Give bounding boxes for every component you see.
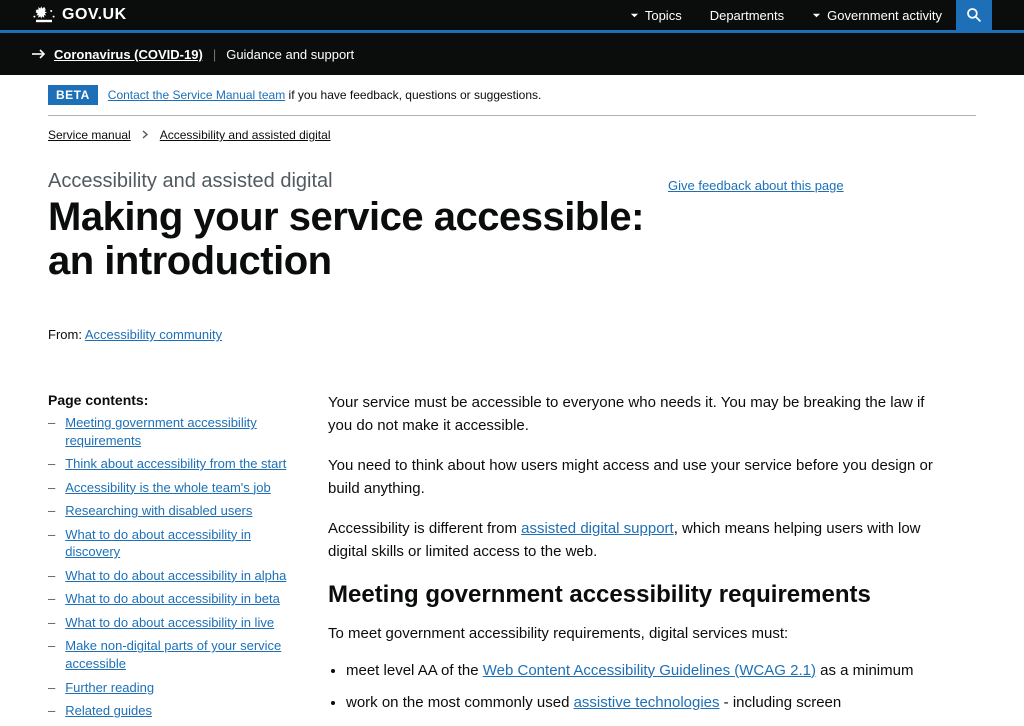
chevron-down-icon (630, 11, 639, 20)
beta-contact-link[interactable]: Contact the Service Manual team (108, 88, 285, 102)
toc-item: Think about accessibility from the start (48, 455, 298, 473)
toc-heading: Page contents: (48, 392, 298, 408)
toc-item: Make non-digital parts of your service a… (48, 637, 298, 672)
covid-link[interactable]: Coronavirus (COVID-19) (54, 47, 203, 62)
assisted-digital-link[interactable]: assisted digital support (521, 520, 674, 537)
chevron-down-icon (812, 11, 821, 20)
crown-icon (32, 5, 56, 25)
requirement-item: work on the most commonly used assistive… (346, 692, 948, 715)
feedback-link[interactable]: Give feedback about this page (668, 178, 844, 193)
toc-item: Researching with disabled users (48, 502, 298, 520)
wcag-link[interactable]: Web Content Accessibility Guidelines (WC… (483, 662, 816, 679)
toc-item: Related guides (48, 702, 298, 720)
toc-item: Further reading (48, 679, 298, 697)
beta-banner: BETA Contact the Service Manual team if … (48, 75, 976, 116)
toc-item: Meeting government accessibility require… (48, 414, 298, 449)
toc-item: What to do about accessibility in beta (48, 590, 298, 608)
arrow-right-icon (32, 49, 46, 59)
section-heading: Meeting government accessibility require… (328, 581, 948, 609)
from-link[interactable]: Accessibility community (85, 327, 222, 342)
nav-government-activity[interactable]: Government activity (798, 0, 956, 30)
breadcrumb: Service manual Accessibility and assiste… (48, 116, 976, 148)
breadcrumb-root[interactable]: Service manual (48, 128, 131, 142)
chevron-right-icon (142, 128, 149, 142)
section-lead: To meet government accessibility require… (328, 623, 948, 646)
intro-paragraph: Your service must be accessible to every… (328, 392, 948, 437)
beta-tag: BETA (48, 85, 98, 105)
toc-item: What to do about accessibility in live (48, 614, 298, 632)
super-title: Accessibility and assisted digital (48, 170, 668, 193)
from-line: From: Accessibility community (48, 327, 976, 342)
requirement-item: meet level AA of the Web Content Accessi… (346, 660, 948, 683)
search-icon (966, 7, 982, 23)
toc-item: What to do about accessibility in discov… (48, 526, 298, 561)
toc-item: Accessibility is the whole team's job (48, 479, 298, 497)
breadcrumb-section[interactable]: Accessibility and assisted digital (160, 128, 331, 142)
intro-paragraph: Accessibility is different from assisted… (328, 518, 948, 563)
nav-topics[interactable]: Topics (616, 0, 696, 30)
govuk-logo[interactable]: GOV.UK (32, 5, 127, 25)
logo-text: GOV.UK (62, 6, 127, 24)
intro-paragraph: You need to think about how users might … (328, 455, 948, 500)
page-title: Making your service accessible: an intro… (48, 195, 668, 283)
covid-text: Guidance and support (226, 47, 354, 62)
search-button[interactable] (956, 0, 992, 30)
toc-item: What to do about accessibility in alpha (48, 567, 298, 585)
nav-departments[interactable]: Departments (696, 0, 798, 30)
assistive-tech-link[interactable]: assistive technologies (574, 694, 720, 711)
